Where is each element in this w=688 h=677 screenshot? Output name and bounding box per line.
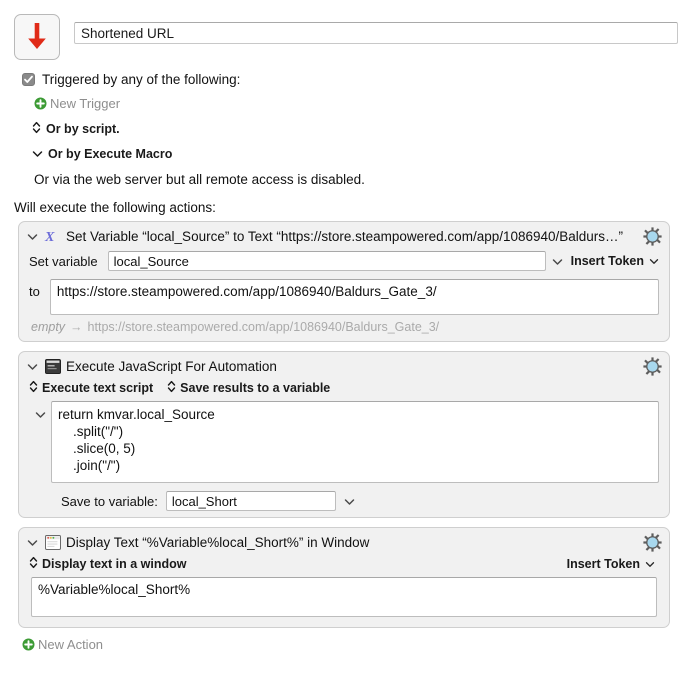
- new-action-button[interactable]: New Action: [22, 637, 688, 652]
- script-destination-label: Save results to a variable: [180, 381, 331, 395]
- up-down-chevron-icon: [167, 380, 176, 396]
- chevron-down-icon[interactable]: [27, 359, 38, 374]
- window-icon: [44, 534, 61, 551]
- variable-name-input[interactable]: local_Source: [107, 251, 546, 271]
- text-value-input[interactable]: https://store.steampowered.com/app/10869…: [49, 279, 659, 315]
- script-line: .join("/"): [58, 458, 121, 473]
- gear-icon[interactable]: [643, 357, 662, 376]
- display-text-value: %Variable%local_Short%: [38, 582, 191, 597]
- script-line: .slice(0, 5): [58, 441, 136, 456]
- display-style-label: Display text in a window: [42, 557, 187, 571]
- new-trigger-button[interactable]: New Trigger: [34, 96, 688, 111]
- web-server-note: Or via the web server but all remote acc…: [34, 172, 365, 187]
- action-display-text[interactable]: Display Text “%Variable%local_Short%” in…: [18, 527, 670, 628]
- terminal-script-icon: [44, 358, 61, 375]
- save-to-variable-label: Save to variable:: [61, 493, 158, 509]
- action-header[interactable]: X Set Variable “local_Source” to Text “h…: [19, 222, 669, 249]
- actions-list: X Set Variable “local_Source” to Text “h…: [0, 215, 688, 628]
- chevron-down-icon: [649, 254, 659, 268]
- svg-text:X: X: [44, 229, 55, 245]
- action-title: Set Variable “local_Source” to Text “htt…: [66, 229, 624, 244]
- gear-icon[interactable]: [643, 227, 662, 246]
- insert-token-button[interactable]: Insert Token: [571, 254, 659, 268]
- action-result-preview: empty → https://store.steampowered.com/a…: [19, 319, 669, 341]
- macro-icon-button[interactable]: [14, 14, 60, 60]
- insert-token-label: Insert Token: [566, 557, 640, 571]
- macro-name-field[interactable]: Shortened URL: [74, 22, 678, 44]
- script-editor-row: return kmvar.local_Source .split("/") .s…: [19, 401, 669, 489]
- red-down-arrow-icon: [24, 21, 50, 54]
- chevron-down-icon[interactable]: [27, 535, 38, 550]
- save-variable-dropdown-chevron-icon[interactable]: [344, 494, 355, 509]
- action-set-variable[interactable]: X Set Variable “local_Source” to Text “h…: [18, 221, 670, 342]
- script-destination-popup[interactable]: Save results to a variable: [167, 380, 330, 396]
- arrow-right-icon: →: [70, 320, 83, 334]
- script-source-label: Execute text script: [42, 381, 154, 395]
- plus-circle-icon: [22, 638, 35, 651]
- result-before: empty: [31, 320, 66, 334]
- plus-circle-icon: [34, 97, 47, 110]
- display-text-field-row: %Variable%local_Short%: [19, 577, 669, 627]
- gear-icon[interactable]: [643, 533, 662, 552]
- display-style-row: Display text in a window Insert Token: [19, 555, 669, 577]
- to-label: to: [29, 284, 40, 299]
- trigger-section: Triggered by any of the following: New T…: [0, 60, 688, 187]
- or-by-script-label: Or by script.: [46, 122, 120, 136]
- new-trigger-label: New Trigger: [50, 96, 121, 111]
- chevron-down-icon: [32, 147, 43, 161]
- or-by-execute-macro-label: Or by Execute Macro: [48, 147, 173, 161]
- action-execute-javascript[interactable]: Execute JavaScript For Automation Execut…: [18, 351, 670, 518]
- or-by-script-row[interactable]: Or by script.: [32, 121, 688, 137]
- script-options-row: Execute text script Save results to a va…: [19, 379, 669, 401]
- save-to-variable-value: local_Short: [171, 493, 237, 509]
- up-down-chevron-icon: [29, 556, 38, 572]
- set-variable-row: Set variable local_Source Insert Token: [19, 249, 669, 277]
- trigger-enabled-row[interactable]: Triggered by any of the following:: [22, 72, 688, 87]
- chevron-down-icon[interactable]: [27, 229, 38, 244]
- result-after: https://store.steampowered.com/app/10869…: [87, 320, 440, 334]
- up-down-chevron-icon: [32, 121, 41, 137]
- script-line: return kmvar.local_Source: [58, 407, 215, 422]
- chevron-down-icon: [645, 557, 655, 571]
- script-x-icon: X: [44, 228, 61, 245]
- save-to-variable-row: Save to variable: local_Short: [19, 489, 669, 517]
- save-to-variable-input[interactable]: local_Short: [165, 491, 336, 511]
- or-by-execute-macro-row[interactable]: Or by Execute Macro: [32, 147, 688, 161]
- insert-token-button[interactable]: Insert Token: [567, 557, 655, 571]
- macro-name-value: Shortened URL: [81, 25, 175, 41]
- to-row: to https://store.steampowered.com/app/10…: [19, 277, 669, 319]
- action-header[interactable]: Execute JavaScript For Automation: [19, 352, 669, 379]
- up-down-chevron-icon: [29, 380, 38, 396]
- script-source-popup[interactable]: Execute text script: [29, 380, 153, 396]
- chevron-down-icon[interactable]: [35, 407, 46, 422]
- trigger-enabled-checkbox[interactable]: [22, 73, 35, 86]
- display-text-input[interactable]: %Variable%local_Short%: [31, 577, 657, 617]
- script-line: .split("/"): [58, 424, 124, 439]
- new-action-label: New Action: [38, 637, 104, 652]
- text-value: https://store.steampowered.com/app/10869…: [56, 284, 437, 299]
- action-title: Display Text “%Variable%local_Short%” in…: [66, 535, 370, 550]
- macro-header: Shortened URL: [0, 0, 688, 60]
- action-title: Execute JavaScript For Automation: [66, 359, 277, 374]
- script-textarea[interactable]: return kmvar.local_Source .split("/") .s…: [51, 401, 659, 483]
- insert-token-label: Insert Token: [570, 254, 644, 268]
- variable-name-value: local_Source: [113, 253, 189, 269]
- actions-header: Will execute the following actions:: [14, 200, 216, 215]
- trigger-enabled-label: Triggered by any of the following:: [42, 72, 241, 87]
- variable-dropdown-chevron-icon[interactable]: [552, 254, 563, 269]
- action-header[interactable]: Display Text “%Variable%local_Short%” in…: [19, 528, 669, 555]
- set-variable-label: Set variable: [29, 253, 98, 269]
- display-style-popup[interactable]: Display text in a window: [29, 556, 186, 572]
